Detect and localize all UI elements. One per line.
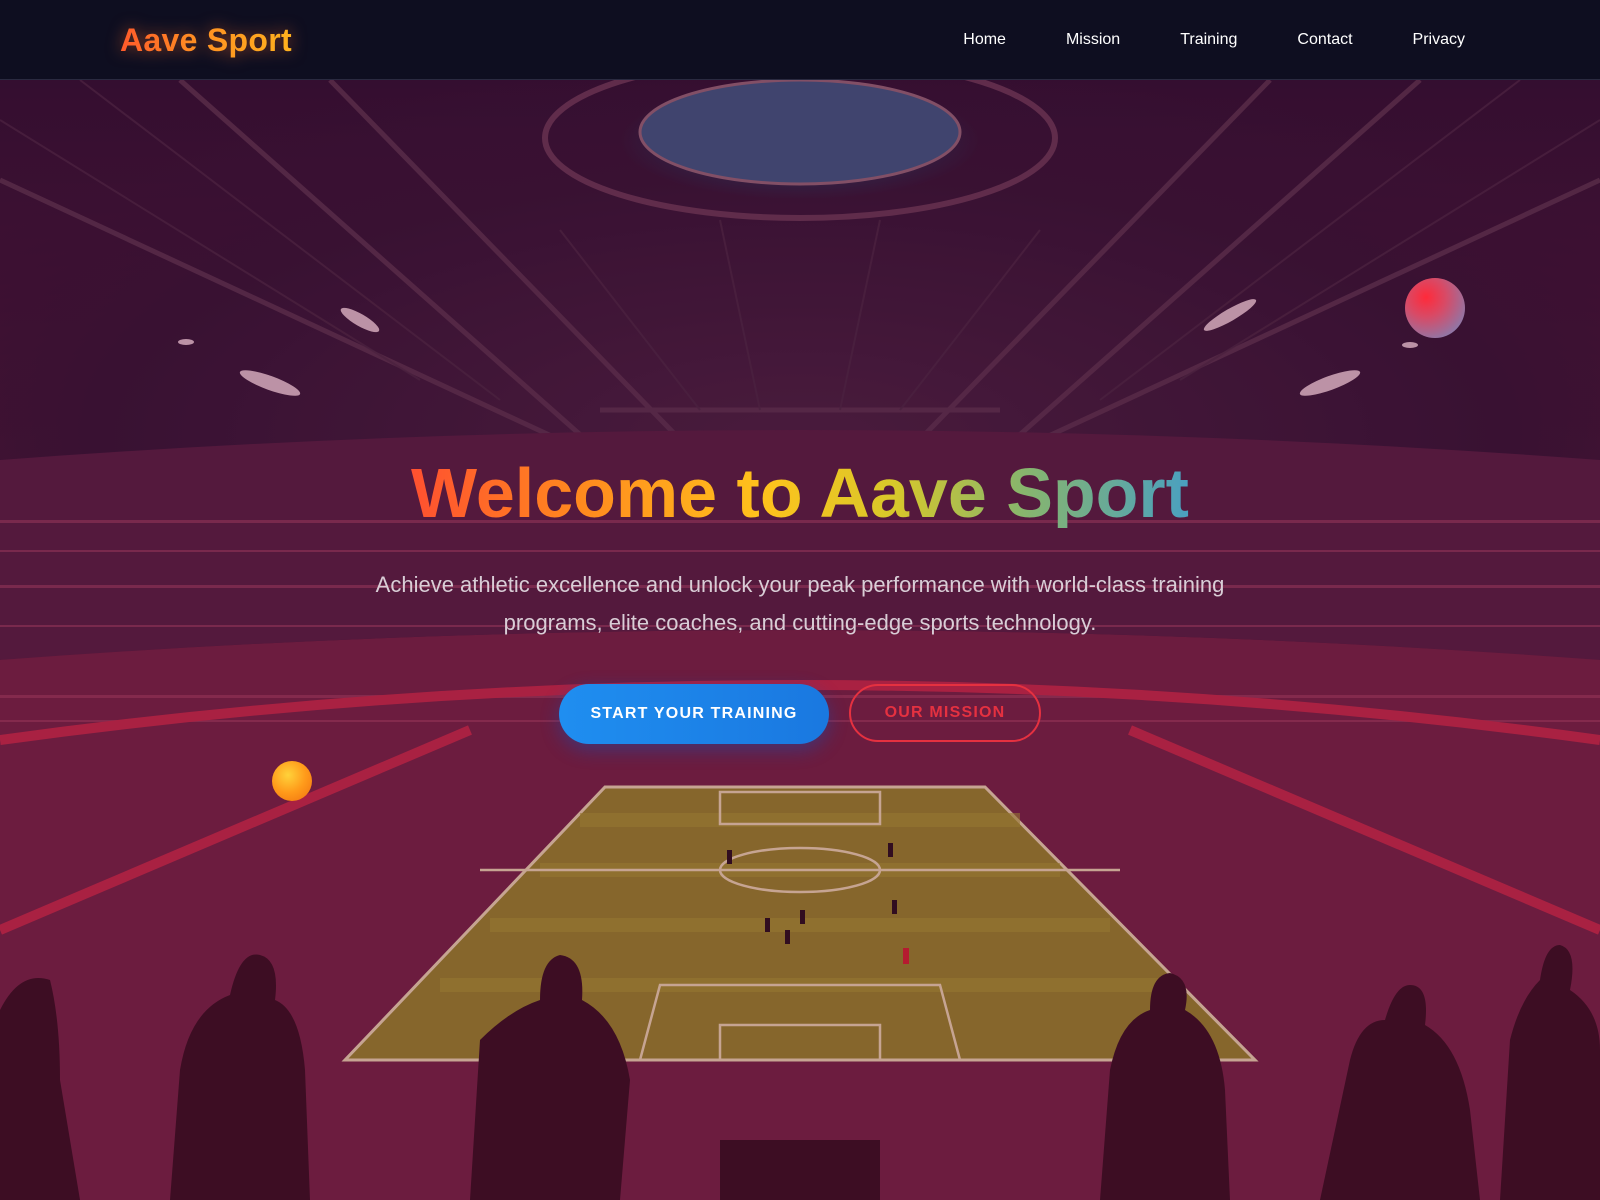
hero-subtitle: Achieve athletic excellence and unlock y… (375, 572, 1225, 635)
start-training-button[interactable]: START YOUR TRAINING (559, 684, 829, 744)
floating-ball-icon (272, 761, 312, 801)
floating-orb-icon (1405, 278, 1465, 338)
nav-link-training[interactable]: Training (1180, 31, 1237, 49)
hero-button-row: START YOUR TRAINING OUR MISSION (0, 684, 1600, 744)
hero-title: Welcome to Aave Sport (411, 454, 1189, 532)
hero-section: Welcome to Aave Sport Achieve athletic e… (0, 80, 1600, 1200)
top-nav: Aave Sport Home Mission Training Contact… (0, 0, 1600, 80)
our-mission-button[interactable]: OUR MISSION (849, 684, 1041, 742)
site-logo[interactable]: Aave Sport (120, 22, 292, 59)
nav-link-privacy[interactable]: Privacy (1413, 31, 1465, 49)
hero-content: Welcome to Aave Sport Achieve athletic e… (0, 458, 1600, 744)
nav-links: Home Mission Training Contact Privacy (903, 0, 1465, 80)
nav-link-home[interactable]: Home (963, 31, 1006, 49)
nav-link-mission[interactable]: Mission (1066, 31, 1120, 49)
nav-link-contact[interactable]: Contact (1297, 31, 1352, 49)
